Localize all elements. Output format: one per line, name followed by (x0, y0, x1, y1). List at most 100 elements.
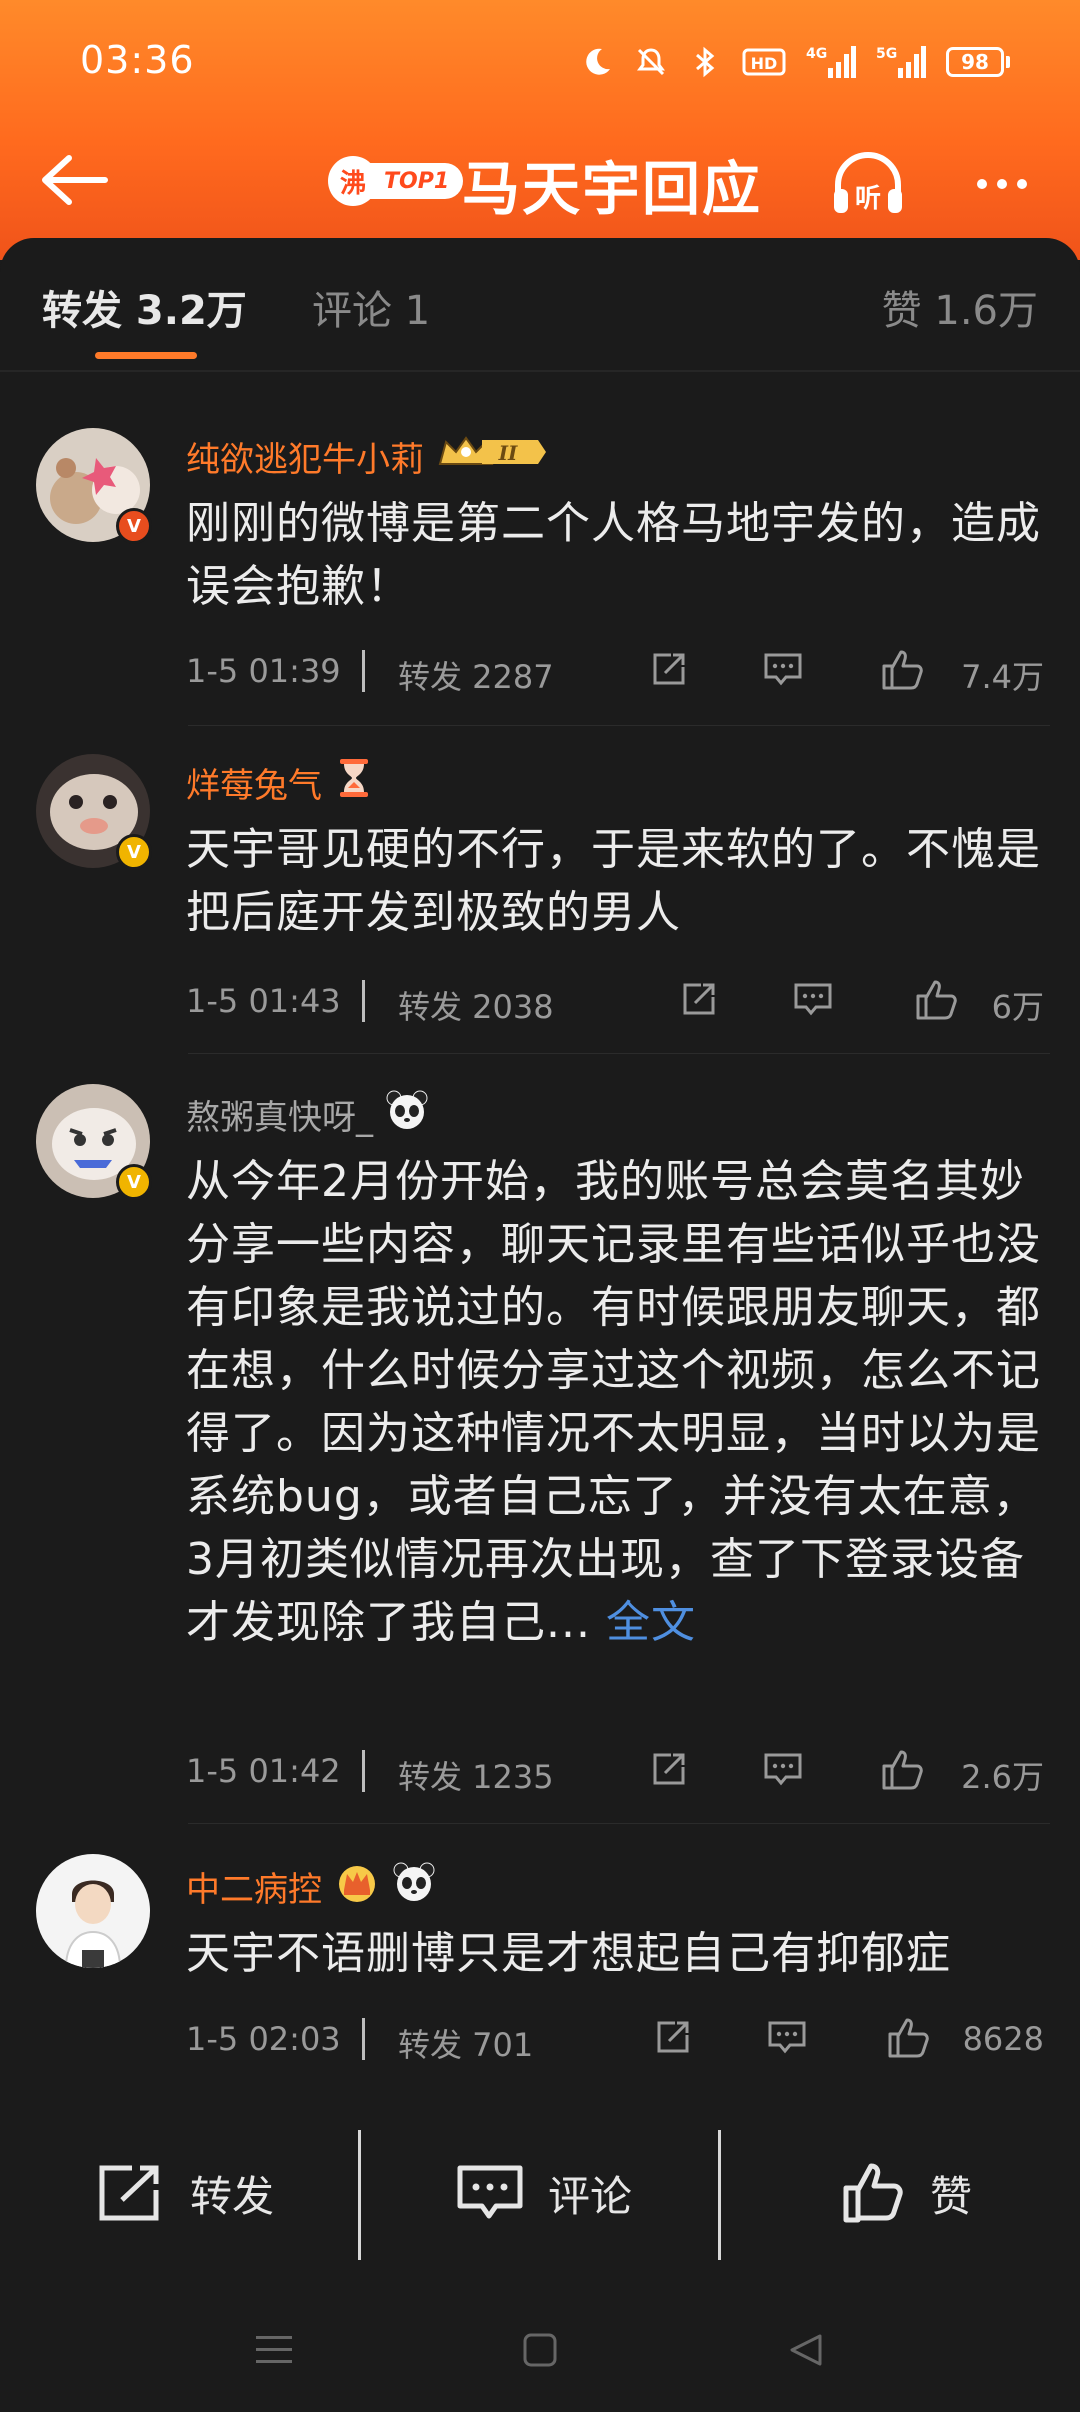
comment-time: 1-5 01:43 (186, 982, 341, 1020)
like-count: 6万 (991, 988, 1044, 1026)
list-item: 中二病控 天宇不语删博只是才想起自己有抑郁症 1-5 02:03 转发 701 … (0, 1824, 1080, 2094)
menu-icon[interactable] (244, 2320, 304, 2380)
verified-badge: V (116, 834, 152, 870)
comment-meta: 1-5 01:42 转发 1235 2.6万 (186, 1746, 1044, 1796)
like-button[interactable]: 赞 (840, 2148, 972, 2238)
tab-comments[interactable]: 评论 1 (312, 278, 430, 336)
page-title: 马天宇回应 (462, 155, 763, 223)
battery-icon: 98 (946, 47, 1010, 77)
username-row: 烊莓兔气 (186, 756, 374, 809)
comment-time: 1-5 02:03 (186, 2020, 341, 2058)
avatar[interactable]: V (36, 428, 152, 544)
listen-button[interactable]: 听 (828, 144, 908, 224)
status-icons: HD 4G 5G 98 (580, 40, 1010, 84)
svg-text:HD: HD (751, 54, 778, 73)
username[interactable]: 中二病控 (186, 1862, 322, 1911)
comment-button[interactable]: 评论 (456, 2148, 632, 2238)
repost-button[interactable]: 转发 (96, 2148, 274, 2238)
hot-badge-icon: 沸 (328, 156, 378, 206)
top-bar: 03:36 HD 4G 5G 98 沸 TOP1 马天宇回应 听 (0, 0, 1080, 260)
comment-time: 1-5 01:39 (186, 652, 341, 690)
comment-meta: 1-5 02:03 转发 701 8628 (186, 2014, 1044, 2064)
list-item: V 纯欲逃犯牛小莉 II 刚刚的微博是第二个人格马地宇发的，造成误会抱歉！ 1-… (0, 398, 1080, 726)
tabs-bar: 转发 3.2万 评论 1 赞 1.6万 (0, 238, 1080, 372)
verified-badge: V (116, 1164, 152, 1200)
comment-icon[interactable] (760, 1746, 806, 1792)
battery-level: 98 (946, 47, 1004, 77)
avatar[interactable]: V (36, 1084, 152, 1200)
username-row: 纯欲逃犯牛小莉 II (186, 430, 546, 483)
username[interactable]: 纯欲逃犯牛小莉 (186, 432, 424, 481)
svg-text:4G: 4G (806, 46, 827, 62)
username[interactable]: 烊莓兔气 (186, 758, 322, 807)
comment-meta: 1-5 01:39 转发 2287 7.4万 (186, 646, 1044, 696)
verified-badge: V (116, 508, 152, 544)
comment-icon[interactable] (790, 976, 836, 1022)
comment-icon[interactable] (760, 646, 806, 692)
expand-full-text-link[interactable]: 全文 (591, 1597, 696, 1648)
crown-icon (334, 1860, 380, 1913)
like-count: 8628 (962, 2020, 1044, 2058)
avatar[interactable]: V (36, 754, 152, 870)
share-icon[interactable] (650, 2014, 696, 2060)
comment-text: 刚刚的微博是第二个人格马地宇发的，造成误会抱歉！ (186, 498, 1041, 612)
thumbs-up-icon (843, 2163, 903, 2223)
panda-icon (392, 1860, 436, 1913)
active-tab-indicator (95, 352, 197, 359)
bottom-action-bar: 转发 评论 赞 (0, 2120, 1080, 2280)
arrow-left-icon (42, 155, 108, 205)
hot-rank-badge: 沸 TOP1 (328, 156, 464, 206)
bluetooth-icon (688, 45, 722, 79)
comment-text: 天宇哥见硬的不行，于是来软的了。不愧是把后庭开发到极致的男人 (186, 824, 1041, 938)
like-count: 7.4万 (961, 658, 1044, 696)
signal-5g-icon: 5G (876, 44, 926, 80)
tab-likes[interactable]: 赞 1.6万 (882, 278, 1038, 336)
repost-count: 转发 701 (398, 2026, 534, 2064)
back-triangle-icon[interactable] (776, 2320, 836, 2380)
comment-time: 1-5 01:42 (186, 1752, 341, 1790)
headphones-icon: 听 (834, 152, 902, 214)
repost-label: 转发 (190, 2171, 275, 2221)
mute-icon (634, 45, 668, 79)
moon-icon (580, 45, 614, 79)
share-icon[interactable] (646, 1746, 692, 1792)
repost-count: 转发 1235 (398, 1758, 554, 1796)
thumbs-up-icon[interactable] (886, 2014, 932, 2060)
username-row: 熬粥真快呀_ (186, 1088, 429, 1141)
comment-icon[interactable] (764, 2014, 810, 2060)
listen-label: 听 (855, 184, 881, 214)
comment-icon (457, 2165, 523, 2219)
status-bar: 03:36 HD 4G 5G 98 (0, 0, 1080, 120)
tabs-divider (0, 370, 1080, 372)
svg-text:5G: 5G (876, 46, 897, 62)
more-options-button[interactable] (962, 144, 1042, 224)
repost-count: 转发 2287 (398, 658, 554, 696)
share-icon[interactable] (676, 976, 722, 1022)
comment-label: 评论 (548, 2171, 633, 2221)
top-rank-label: TOP1 (364, 163, 464, 199)
back-button[interactable] (36, 142, 112, 218)
comment-text: 从今年2月份开始，我的账号总会莫名其妙分享一些内容，聊天记录里有些话似乎也没有印… (186, 1150, 1046, 1654)
home-icon[interactable] (510, 2320, 570, 2380)
panda-icon (385, 1088, 429, 1141)
share-icon[interactable] (646, 646, 692, 692)
system-nav-bar (0, 2290, 1080, 2412)
comment-body: 从今年2月份开始，我的账号总会莫名其妙分享一些内容，聊天记录里有些话似乎也没有印… (186, 1156, 1041, 1648)
username[interactable]: 熬粥真快呀_ (186, 1090, 373, 1139)
share-icon (99, 2165, 159, 2221)
repost-count: 转发 2038 (398, 988, 554, 1026)
list-item: V 熬粥真快呀_ 从今年2月份开始，我的账号总会莫名其妙分享一些内容，聊天记录里… (0, 1054, 1080, 1824)
like-label: 赞 (930, 2171, 973, 2221)
comment-meta: 1-5 01:43 转发 2038 6万 (186, 976, 1044, 1026)
list-item: V 烊莓兔气 天宇哥见硬的不行，于是来软的了。不愧是把后庭开发到极致的男人 1-… (0, 726, 1080, 1054)
thumbs-up-icon[interactable] (880, 1746, 926, 1792)
username-row: 中二病控 (186, 1860, 436, 1913)
avatar[interactable] (36, 1854, 150, 1968)
comment-text: 天宇不语删博只是才想起自己有抑郁症 (186, 1928, 951, 1979)
status-time: 03:36 (80, 38, 195, 82)
thumbs-up-icon[interactable] (880, 646, 926, 692)
thumbs-up-icon[interactable] (914, 976, 960, 1022)
nav-row: 沸 TOP1 马天宇回应 听 (0, 120, 1080, 240)
hd-icon: HD (742, 45, 786, 79)
tab-repost[interactable]: 转发 3.2万 (42, 278, 247, 336)
